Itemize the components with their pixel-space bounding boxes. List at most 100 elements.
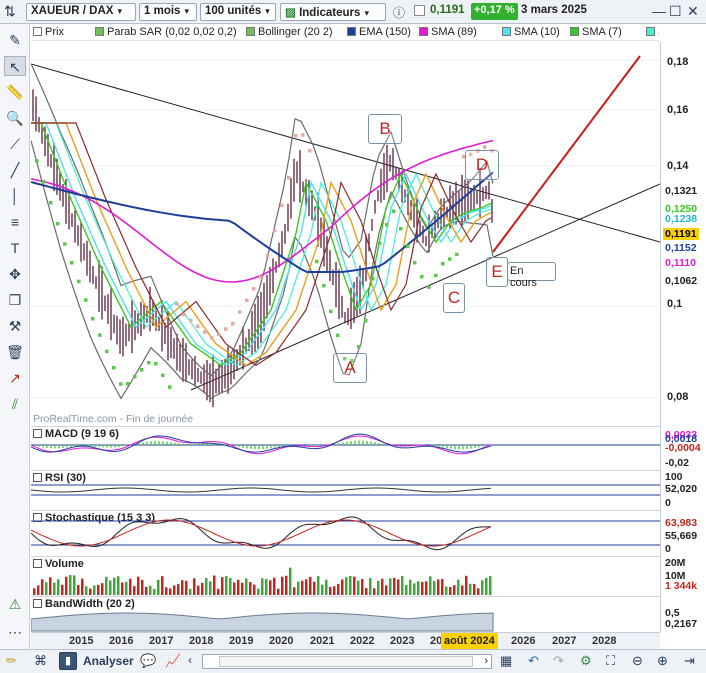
parabolic-sar-dot bbox=[301, 133, 305, 137]
legend-item[interactable]: EMA (150) bbox=[347, 26, 411, 38]
volume-bar bbox=[177, 584, 180, 595]
volume-bar bbox=[425, 581, 428, 595]
more-icon[interactable]: ⋯ bbox=[4, 622, 26, 642]
volume-bar bbox=[233, 582, 236, 595]
trash-icon[interactable]: 🗑 bbox=[4, 342, 26, 362]
wave-label-e[interactable]: E bbox=[486, 257, 508, 287]
time-axis[interactable]: 2015 2016 2017 2018 2019 2020 2021 2022 … bbox=[31, 632, 660, 650]
copy-icon[interactable]: ❐ bbox=[4, 290, 26, 310]
chart-settings-icon[interactable]: ⚙ bbox=[580, 653, 592, 669]
price-change-badge: +0,17 % bbox=[471, 3, 518, 20]
bandwidth-panel[interactable]: BandWidth (20 2) bbox=[31, 596, 660, 632]
stochastic-panel[interactable]: Stochastique (15 3 3) bbox=[31, 510, 660, 556]
macd-axis-tick: -0,02 bbox=[665, 457, 689, 469]
scroll-left-icon[interactable]: ‹ bbox=[188, 653, 192, 667]
pen-icon[interactable]: ✏ bbox=[6, 653, 17, 669]
legend-item[interactable]: SMA (89) bbox=[419, 26, 477, 38]
parabolic-sar-dot bbox=[357, 345, 361, 349]
segment-icon[interactable]: ⟋ bbox=[4, 134, 26, 154]
volume-bar bbox=[397, 579, 400, 595]
volume-bar bbox=[129, 578, 132, 595]
channel-icon[interactable]: ⫽ bbox=[4, 394, 26, 414]
move-icon[interactable]: ✥ bbox=[4, 264, 26, 284]
parabolic-sar-dot bbox=[448, 257, 452, 261]
x-tick: 2019 bbox=[229, 635, 254, 647]
indicators-button[interactable]: ▨ Indicateurs ▾ bbox=[280, 3, 386, 21]
pencil-icon[interactable]: ✎ bbox=[4, 30, 26, 50]
legend-item[interactable]: SMA (10) bbox=[502, 26, 560, 38]
chat-icon[interactable]: 💬 bbox=[140, 653, 156, 669]
network-icon[interactable]: ⌘ bbox=[34, 653, 47, 669]
maximize-icon[interactable]: ☐ bbox=[669, 3, 682, 20]
wave-label-c[interactable]: C bbox=[443, 283, 465, 313]
volume-bar bbox=[105, 576, 108, 595]
volume-bar bbox=[133, 586, 136, 595]
wave-label-d[interactable]: D bbox=[465, 150, 499, 180]
cursor-icon[interactable]: ↖ bbox=[4, 56, 26, 76]
legend-item[interactable]: Parab SAR (0,02 0,02 0,2) bbox=[95, 26, 237, 38]
vertical-line-icon[interactable]: │ bbox=[4, 186, 26, 206]
fibonacci-icon[interactable]: ≡ bbox=[4, 212, 26, 232]
volume-panel[interactable]: Volume bbox=[31, 556, 660, 596]
rsi-panel[interactable]: RSI (30) bbox=[31, 470, 660, 510]
legend-swatch bbox=[502, 27, 511, 36]
volume-bar bbox=[429, 576, 432, 595]
trendline-red-icon[interactable]: ↗ bbox=[4, 368, 26, 388]
volume-bar bbox=[89, 588, 92, 595]
volume-bar bbox=[305, 579, 308, 595]
volume-bar bbox=[81, 578, 84, 595]
y-tick: 0,16 bbox=[667, 104, 689, 116]
swap-icon[interactable]: ⇅ bbox=[4, 3, 16, 20]
ruler-icon[interactable]: 📏 bbox=[4, 82, 26, 102]
legend-swatch bbox=[246, 27, 255, 36]
close-icon[interactable]: ✕ bbox=[687, 3, 699, 20]
timeframe-selector[interactable]: 1 mois ▾ bbox=[139, 3, 197, 21]
undo-icon[interactable]: ↶ bbox=[528, 653, 539, 669]
volume-bar bbox=[157, 579, 160, 595]
volume-bar bbox=[373, 588, 376, 595]
wave-label-a[interactable]: A bbox=[333, 353, 367, 383]
units-selector[interactable]: 100 unités ▾ bbox=[200, 3, 276, 21]
text-icon[interactable]: T bbox=[4, 238, 26, 258]
line-icon[interactable]: ╱ bbox=[4, 160, 26, 180]
volume-bar bbox=[257, 588, 260, 595]
volume-bar bbox=[97, 584, 100, 595]
legend-item[interactable]: SMA (7) bbox=[570, 26, 622, 38]
instrument-selector[interactable]: XAUEUR / DAX ▾ bbox=[26, 3, 136, 21]
zoom-fit-icon[interactable]: ⛶ bbox=[606, 653, 615, 669]
legend-item[interactable]: SMA bbox=[646, 26, 659, 38]
info-icon[interactable]: ⓘ bbox=[393, 4, 405, 21]
volume-bar bbox=[153, 588, 156, 595]
scrollbar-thumb[interactable] bbox=[219, 656, 473, 667]
volume-bar bbox=[137, 576, 140, 595]
en-cours-label[interactable]: En cours bbox=[507, 262, 556, 289]
zoom-out-icon[interactable]: ⊖ bbox=[632, 653, 643, 669]
volume-bar bbox=[485, 577, 488, 595]
zoom-icon[interactable]: 🔍 bbox=[4, 108, 26, 128]
scroll-end-icon[interactable]: ⇥ bbox=[684, 653, 695, 669]
horizontal-scrollbar[interactable]: › bbox=[202, 654, 492, 669]
legend-item[interactable]: Prix bbox=[33, 26, 64, 38]
volume-bar bbox=[173, 585, 176, 595]
macd-panel[interactable]: MACD (9 19 6) bbox=[31, 426, 660, 470]
y-tick: 0,18 bbox=[667, 56, 689, 68]
minimize-icon[interactable]: — bbox=[652, 3, 666, 19]
zoom-in-icon[interactable]: ⊕ bbox=[657, 653, 668, 669]
stochastic-canvas bbox=[31, 516, 660, 551]
chart-add-icon[interactable]: 📈 bbox=[165, 653, 181, 669]
parabolic-sar-dot bbox=[133, 375, 137, 379]
volume-bar bbox=[281, 576, 284, 595]
price-axis[interactable]: 0,18 0,16 0,14 0,1 0,08 0,1321 0,1250 0,… bbox=[660, 42, 706, 632]
analyser-icon[interactable]: ▮ bbox=[59, 652, 77, 670]
price-tag-lower-band: 0,1062 bbox=[665, 275, 698, 287]
alert-icon[interactable]: ⚠ bbox=[4, 594, 26, 614]
grid-icon[interactable]: ▦ bbox=[500, 653, 512, 669]
volume-bar bbox=[125, 581, 128, 595]
scroll-right-icon[interactable]: › bbox=[484, 655, 488, 667]
tools-icon[interactable]: ⚒ bbox=[4, 316, 26, 336]
redo-icon[interactable]: ↷ bbox=[553, 653, 564, 669]
analyser-button[interactable]: Analyser bbox=[83, 654, 134, 668]
price-checkbox[interactable] bbox=[414, 5, 425, 16]
legend-item[interactable]: Bollinger (20 2) bbox=[246, 26, 333, 38]
wave-label-b[interactable]: B bbox=[368, 114, 402, 144]
